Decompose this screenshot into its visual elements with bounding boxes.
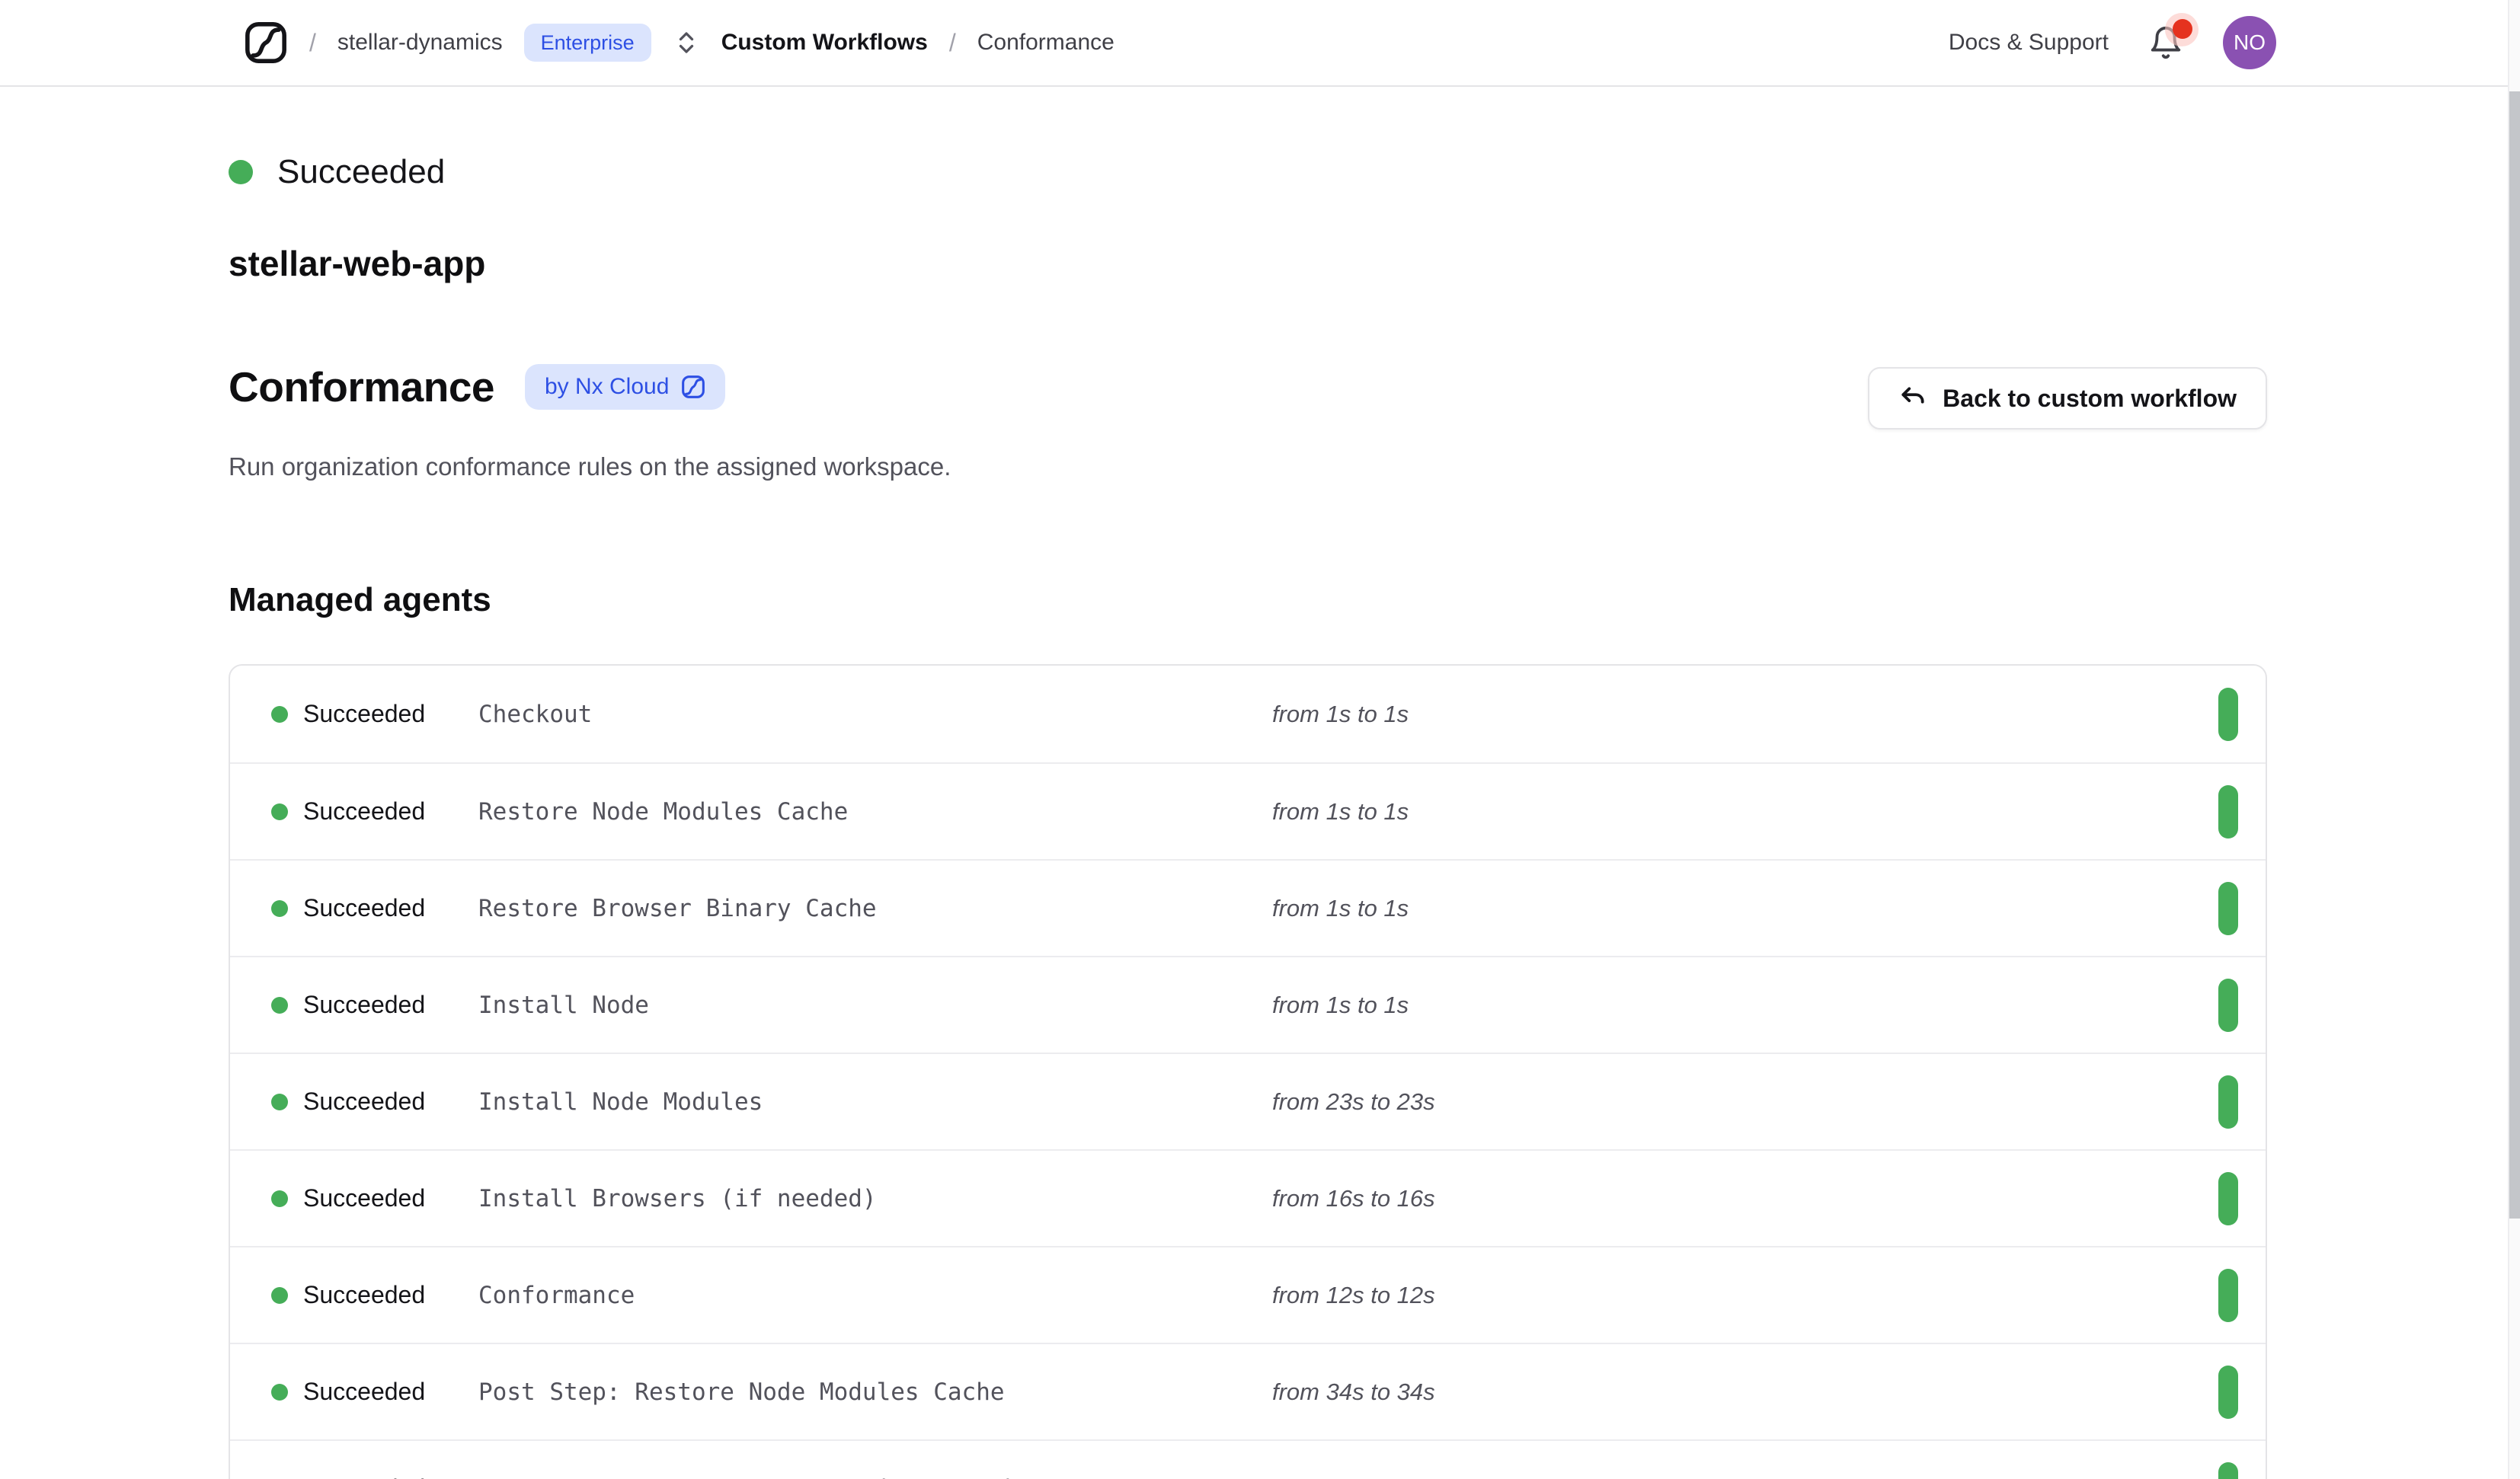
page: / stellar-dynamics Enterprise Custom Wor… — [0, 0, 2520, 1479]
step-name: Post Step: Restore Node Modules Cache — [478, 1378, 1272, 1406]
duration-bar — [2218, 979, 2238, 1032]
avatar[interactable]: NO — [2223, 16, 2276, 69]
step-time: from 1s to 1s — [1272, 992, 2218, 1019]
step-status-dot-icon — [271, 706, 288, 723]
duration-bar — [2218, 1462, 2238, 1479]
step-name: Restore Browser Binary Cache — [478, 895, 1272, 922]
top-nav: / stellar-dynamics Enterprise Custom Wor… — [0, 0, 2520, 87]
step-name: Restore Node Modules Cache — [478, 798, 1272, 826]
agent-step-row[interactable]: Succeeded Post Step: Restore Node Module… — [230, 1343, 2266, 1439]
step-time: from 16s to 16s — [1272, 1185, 2218, 1212]
breadcrumb: / stellar-dynamics Enterprise Custom Wor… — [244, 21, 1114, 65]
breadcrumb-page[interactable]: Conformance — [977, 30, 1114, 56]
plan-badge: Enterprise — [524, 24, 651, 62]
agent-step-row[interactable]: Succeeded Restore Node Modules Cache fro… — [230, 762, 2266, 859]
scrollbar-thumb[interactable] — [2509, 91, 2520, 1219]
agent-step-row[interactable]: Succeeded Install Node Modules from 23s … — [230, 1053, 2266, 1149]
step-status-dot-icon — [271, 997, 288, 1014]
step-status-dot-icon — [271, 803, 288, 820]
workspace-title: stellar-web-app — [229, 242, 2267, 285]
duration-bar — [2218, 1269, 2238, 1322]
step-time: from 34s to 34s — [1272, 1378, 2218, 1406]
step-status: Succeeded — [303, 1378, 425, 1406]
agent-step-row[interactable]: Succeeded Conformance from 12s to 12s — [230, 1246, 2266, 1343]
status-dot-icon — [229, 160, 253, 184]
run-status-label: Succeeded — [277, 154, 445, 190]
step-status-dot-icon — [271, 1384, 288, 1401]
step-status: Succeeded — [303, 797, 425, 826]
step-status: Succeeded — [303, 1281, 425, 1309]
step-status: Succeeded — [303, 991, 425, 1019]
step-status: Succeeded — [303, 1184, 425, 1212]
undo-arrow-icon — [1898, 384, 1927, 413]
duration-bar — [2218, 1172, 2238, 1225]
step-time: from 1s to 1s — [1272, 701, 2218, 728]
step-name: Install Browsers (if needed) — [478, 1185, 1272, 1212]
duration-bar — [2218, 1366, 2238, 1419]
main-content: Succeeded stellar-web-app Conformance by… — [229, 154, 2267, 1479]
agent-step-row[interactable]: Succeeded Install Browsers (if needed) f… — [230, 1149, 2266, 1246]
step-status: Succeeded — [303, 1474, 425, 1479]
by-nx-cloud-badge[interactable]: by Nx Cloud — [525, 364, 725, 410]
workflow-description: Run organization conformance rules on th… — [229, 451, 2267, 483]
nx-cloud-logo[interactable] — [244, 21, 288, 65]
scrollbar[interactable] — [2508, 0, 2520, 1479]
step-status-dot-icon — [271, 1190, 288, 1207]
step-name: Checkout — [478, 701, 1272, 728]
back-to-custom-workflow-button[interactable]: Back to custom workflow — [1868, 367, 2267, 430]
chevrons-up-down-icon[interactable] — [673, 29, 700, 56]
back-button-label: Back to custom workflow — [1943, 385, 2237, 413]
breadcrumb-org[interactable]: stellar-dynamics — [337, 30, 503, 56]
step-time: from 23s to 23s — [1272, 1088, 2218, 1116]
step-status: Succeeded — [303, 894, 425, 922]
step-status: Succeeded — [303, 1088, 425, 1116]
avatar-initials: NO — [2234, 30, 2266, 55]
step-time: from 1s to 1s — [1272, 895, 2218, 922]
workflow-title: Conformance — [229, 363, 494, 411]
step-name: Install Node — [478, 992, 1272, 1019]
step-name: Conformance — [478, 1282, 1272, 1309]
agent-step-row[interactable]: Succeeded Restore Browser Binary Cache f… — [230, 859, 2266, 956]
breadcrumb-separator: / — [309, 29, 316, 57]
by-nx-cloud-label: by Nx Cloud — [545, 374, 669, 400]
nav-actions: Docs & Support NO — [1949, 16, 2474, 69]
step-time: from 1s to 1s — [1272, 798, 2218, 826]
nx-cloud-logo-icon — [244, 21, 288, 65]
agent-step-row[interactable]: Succeeded Install Node from 1s to 1s — [230, 956, 2266, 1053]
docs-support-link[interactable]: Docs & Support — [1949, 30, 2109, 56]
step-time: from 1s to 1s — [1272, 1475, 2218, 1479]
step-name: Post Step: Restore Browser Binary Cache — [478, 1475, 1272, 1479]
duration-bar — [2218, 882, 2238, 935]
duration-bar — [2218, 785, 2238, 839]
nx-cloud-badge-icon — [681, 375, 705, 399]
breadcrumb-separator: / — [949, 29, 956, 57]
step-time: from 12s to 12s — [1272, 1282, 2218, 1309]
step-status: Succeeded — [303, 700, 425, 728]
run-status: Succeeded — [229, 154, 2267, 190]
agent-step-row[interactable]: Succeeded Post Step: Restore Browser Bin… — [230, 1439, 2266, 1479]
managed-agents-heading: Managed agents — [229, 580, 2267, 620]
agent-step-row[interactable]: Succeeded Checkout from 1s to 1s — [230, 666, 2266, 762]
step-name: Install Node Modules — [478, 1088, 1272, 1116]
duration-bar — [2218, 1075, 2238, 1129]
workflow-header: Conformance by Nx Cloud Back to custom w… — [229, 363, 2267, 430]
step-status-dot-icon — [271, 1094, 288, 1110]
managed-agents-list: Succeeded Checkout from 1s to 1s Succeed… — [229, 664, 2267, 1479]
notification-dot — [2173, 19, 2192, 39]
breadcrumb-custom-workflows[interactable]: Custom Workflows — [721, 30, 928, 56]
step-status-dot-icon — [271, 900, 288, 917]
step-status-dot-icon — [271, 1287, 288, 1304]
notifications-button[interactable] — [2142, 19, 2189, 66]
duration-bar — [2218, 688, 2238, 741]
